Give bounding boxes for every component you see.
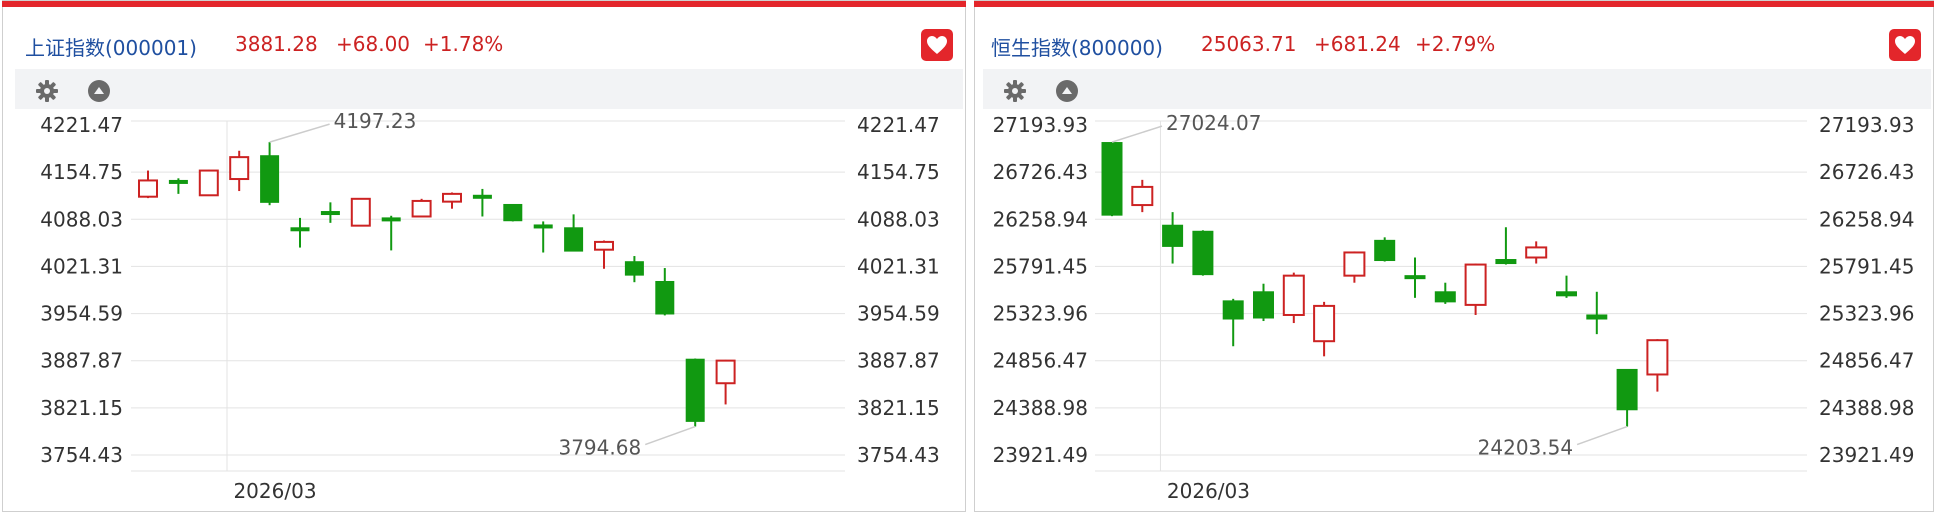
candle-body xyxy=(1646,339,1669,376)
candle-body xyxy=(1253,291,1274,319)
low-annotation-line xyxy=(1576,425,1628,446)
candlestick-chart[interactable]: 27193.93 27193.93 26726.43 26726.43 26258.94… xyxy=(975,1,1935,513)
candle-body xyxy=(138,179,158,198)
chart-panel-shanghai: 上证指数(000001) 3881.28 +68.00 +1.78% 4221.… xyxy=(2,0,966,512)
low-annotation-line xyxy=(644,425,696,446)
y-tick-label-left: 4088.03 xyxy=(40,207,123,231)
candle-body xyxy=(1343,251,1366,277)
y-tick-label-right: 23921.49 xyxy=(1819,443,1914,467)
y-tick-label-right: 27193.93 xyxy=(1819,113,1914,137)
y-tick-label-right: 26726.43 xyxy=(1819,160,1914,184)
candle-body xyxy=(1556,291,1577,297)
candle-body xyxy=(1404,275,1426,280)
y-tick-label-right: 3821.15 xyxy=(857,396,940,420)
candle-body xyxy=(229,156,250,181)
high-value-label: 4197.23 xyxy=(334,109,417,133)
y-tick-label-right: 4021.31 xyxy=(857,254,940,278)
candle-body xyxy=(1282,274,1305,316)
low-value-label: 3794.68 xyxy=(558,436,641,460)
high-value-label: 27024.07 xyxy=(1166,111,1261,135)
high-annotation-line xyxy=(1111,125,1163,143)
candle-body xyxy=(533,224,553,229)
candle-body xyxy=(1192,230,1214,276)
high-annotation-line xyxy=(269,123,330,143)
candle-body xyxy=(655,280,675,315)
candle-body xyxy=(624,261,644,276)
chart-panel-hang-seng: 恒生指数(800000) 25063.71 +681.24 +2.79% 271… xyxy=(974,0,1934,512)
candle-body xyxy=(411,199,432,218)
candle-body xyxy=(564,227,584,252)
y-tick-label-left: 4221.47 xyxy=(40,113,123,137)
candle-body xyxy=(168,179,188,184)
y-tick-label-right: 24388.98 xyxy=(1819,396,1914,420)
y-tick-label-right: 25791.45 xyxy=(1819,254,1914,278)
candle-body xyxy=(1313,304,1336,343)
y-tick-label-right: 3887.87 xyxy=(857,349,940,373)
candle-body xyxy=(290,227,310,232)
y-tick-label-right: 3754.43 xyxy=(857,443,940,467)
y-tick-label-left: 24388.98 xyxy=(993,396,1088,420)
y-tick-label-right: 4221.47 xyxy=(857,113,940,137)
candle-body xyxy=(442,192,462,203)
candle-body xyxy=(472,194,492,199)
candlestick-chart[interactable]: 4221.47 4221.47 4154.75 4154.75 4088.03 4088.… xyxy=(3,1,967,513)
y-tick-label-right: 4154.75 xyxy=(857,160,940,184)
y-tick-label-left: 26258.94 xyxy=(993,207,1088,231)
candle-body xyxy=(1101,142,1123,216)
y-tick-label-right: 25323.96 xyxy=(1819,302,1914,326)
candle-body xyxy=(1616,368,1638,411)
candle-body xyxy=(594,240,614,251)
candle-body xyxy=(1495,259,1517,265)
candle-body xyxy=(715,359,736,385)
y-tick-label-right: 24856.47 xyxy=(1819,349,1914,373)
candle-body xyxy=(685,358,705,422)
y-tick-label-left: 3754.43 xyxy=(40,443,123,467)
y-tick-label-right: 3954.59 xyxy=(857,302,940,326)
y-tick-label-left: 25323.96 xyxy=(993,302,1088,326)
candle-body xyxy=(260,155,280,203)
y-tick-label-left: 24856.47 xyxy=(993,349,1088,373)
candle-body xyxy=(1162,224,1184,247)
y-tick-label-left: 26726.43 xyxy=(993,160,1088,184)
y-tick-label-left: 25791.45 xyxy=(993,254,1088,278)
y-tick-label-left: 3887.87 xyxy=(40,349,123,373)
y-tick-label-right: 26258.94 xyxy=(1819,207,1914,231)
x-tick-label: 2026/03 xyxy=(1167,479,1250,503)
y-tick-label-left: 4154.75 xyxy=(40,160,123,184)
candle-body xyxy=(1131,185,1154,207)
low-value-label: 24203.54 xyxy=(1478,436,1573,460)
y-tick-label-left: 4021.31 xyxy=(40,254,123,278)
candle-body xyxy=(320,211,340,216)
candle-body xyxy=(1222,300,1244,320)
x-tick-label: 2026/03 xyxy=(233,479,316,503)
y-tick-label-left: 23921.49 xyxy=(993,443,1088,467)
candle-body xyxy=(1464,263,1487,306)
y-tick-label-left: 3821.15 xyxy=(40,396,123,420)
y-tick-label-left: 27193.93 xyxy=(993,113,1088,137)
candle-body xyxy=(503,203,523,222)
candle-body xyxy=(1374,239,1396,262)
candle-body xyxy=(1525,246,1548,259)
candle-body xyxy=(381,217,401,222)
candle-body xyxy=(1586,314,1608,320)
y-tick-label-right: 4088.03 xyxy=(857,207,940,231)
y-tick-label-left: 3954.59 xyxy=(40,302,123,326)
candle-body xyxy=(350,197,371,227)
candle-body xyxy=(198,169,219,197)
candle-body xyxy=(1434,291,1456,303)
